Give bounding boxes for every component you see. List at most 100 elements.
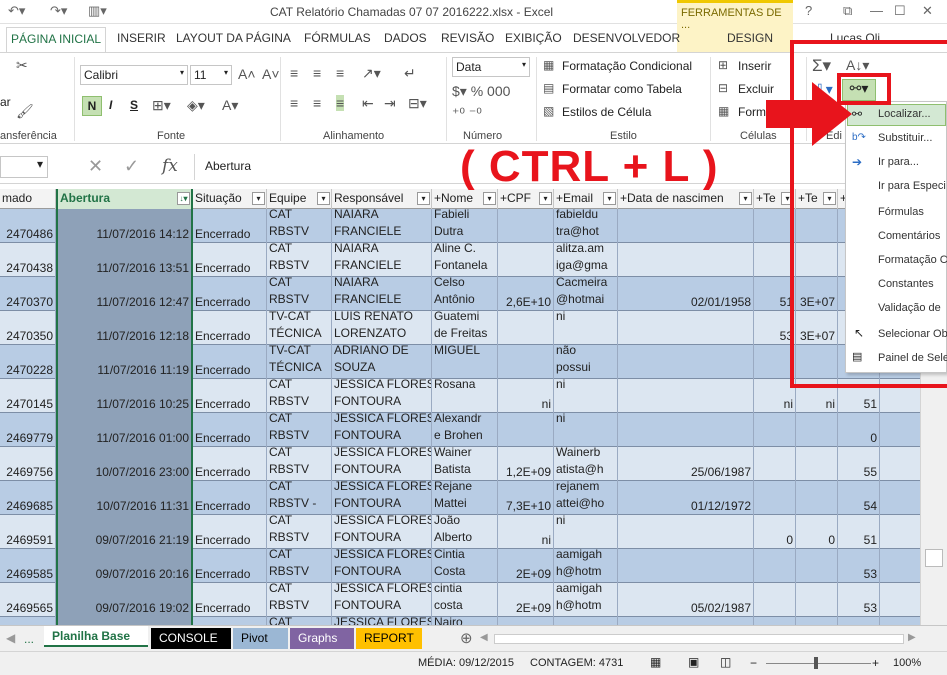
table-cell-resp[interactable]: NAIARA FRANCIELE	[332, 209, 432, 243]
table-cell-t2[interactable]	[796, 481, 838, 515]
table-cell-id[interactable]: 2470350	[0, 311, 56, 345]
table-row[interactable]: 2469779 11/07/2016 01:00 Encerrado CAT RBSTV…	[0, 413, 920, 447]
table-cell-resp[interactable]: JESSICA FLORES FONTOURA	[332, 515, 432, 549]
table-cell-status[interactable]: Encerrado	[193, 379, 267, 413]
font-name-box[interactable]: Calibri ▾	[80, 65, 188, 85]
table-cell-id[interactable]: 2470228	[0, 345, 56, 379]
horizontal-scrollbar[interactable]	[494, 634, 904, 644]
table-cell-cpf[interactable]: 2,6E+10	[498, 277, 554, 311]
sort-desc-icon[interactable]: ↓▾	[177, 192, 190, 205]
table-cell-email[interactable]	[554, 617, 618, 625]
table-cell-name[interactable]: Celso Antônio	[432, 277, 498, 311]
decrease-indent-icon[interactable]: ⇤	[362, 95, 374, 112]
zoom-slider[interactable]	[766, 663, 871, 664]
tab-dados[interactable]: DADOS	[384, 31, 427, 45]
table-cell-resp[interactable]: JESSICA FLORES FONTOURA	[332, 379, 432, 413]
table-cell-email[interactable]: fabieldu tra@hot	[554, 209, 618, 243]
table-cell-t1[interactable]	[754, 549, 796, 583]
page-layout-icon[interactable]: ▣	[688, 655, 699, 669]
col-header-cpf[interactable]: +CPF ▾	[498, 189, 554, 209]
table-cell-email[interactable]: ni	[554, 379, 618, 413]
table-cell-resp[interactable]: LUIS RENATO LORENZATO	[332, 311, 432, 345]
table-cell-status[interactable]	[193, 617, 267, 625]
align-right-icon[interactable]: ≡	[336, 95, 345, 111]
sheet-tab[interactable]: Planilha Base	[44, 626, 148, 647]
filter-dropdown-icon[interactable]: ▾	[603, 192, 616, 205]
table-cell-status[interactable]: Encerrado	[193, 345, 267, 379]
col-header-nascimento[interactable]: +Data de nascimen ▾	[618, 189, 754, 209]
table-cell-cpf[interactable]: ni	[498, 515, 554, 549]
sheet-tab[interactable]: REPORT	[356, 628, 422, 649]
table-cell-cpf[interactable]	[498, 209, 554, 243]
redo-icon[interactable]: ↷▾	[50, 3, 67, 19]
table-cell-birth[interactable]: 02/01/1958	[618, 277, 754, 311]
underline-button[interactable]: S	[130, 98, 138, 112]
table-cell-birth[interactable]	[618, 209, 754, 243]
tab-layout[interactable]: LAYOUT DA PÁGINA	[176, 31, 291, 45]
table-cell-t3[interactable]: 55	[838, 447, 880, 481]
table-cell-name[interactable]: MIGUEL	[432, 345, 498, 379]
table-cell-resp[interactable]: NAIARA FRANCIELE	[332, 277, 432, 311]
table-cell-status[interactable]: Encerrado	[193, 209, 267, 243]
format-table-button[interactable]: Formatar como Tabela	[562, 82, 682, 96]
border-icon[interactable]: ⊞▾	[152, 97, 171, 114]
tab-inserir[interactable]: INSERIR	[117, 31, 166, 45]
table-cell-t1[interactable]	[754, 447, 796, 481]
filter-dropdown-icon[interactable]: ▾	[252, 192, 265, 205]
table-cell-email[interactable]: ni	[554, 413, 618, 447]
table-cell-birth[interactable]	[618, 549, 754, 583]
col-header-chamado[interactable]: mado	[0, 189, 56, 209]
table-cell-cpf[interactable]: 2E+09	[498, 549, 554, 583]
table-cell-cpf[interactable]	[498, 311, 554, 345]
sheet-tab[interactable]: CONSOLE	[151, 628, 231, 649]
table-cell-team[interactable]: CAT RBSTV -	[267, 481, 332, 515]
col-header-nome[interactable]: +Nome ▾	[432, 189, 498, 209]
table-row[interactable]: 2469585 09/07/2016 20:16 Encerrado CAT RBSTV…	[0, 549, 920, 583]
wrap-text-icon[interactable]: ↵	[404, 65, 416, 82]
table-cell-t3[interactable]	[838, 617, 880, 625]
cut-icon[interactable]: ✂	[16, 57, 28, 74]
table-cell-date[interactable]: 11/07/2016 14:12	[56, 209, 193, 243]
font-size-box[interactable]: 11 ▾	[190, 65, 232, 85]
table-cell-cpf[interactable]: 2E+09	[498, 583, 554, 617]
cond-format-button[interactable]: Formatação Condicional	[562, 59, 692, 73]
table-cell-t3[interactable]: 53	[838, 583, 880, 617]
table-cell-team[interactable]: CAT RBSTV	[267, 515, 332, 549]
align-top-icon[interactable]: ≡	[290, 65, 298, 81]
hscroll-right-icon[interactable]: ▶	[908, 632, 916, 643]
sheet-tab[interactable]: Pivot	[233, 628, 288, 649]
table-cell-t1[interactable]	[754, 583, 796, 617]
table-cell-name[interactable]: Nairo	[432, 617, 498, 625]
table-cell-date[interactable]: 09/07/2016 21:19	[56, 515, 193, 549]
table-cell-name[interactable]: Cintia Costa	[432, 549, 498, 583]
table-cell-name[interactable]: cintia costa	[432, 583, 498, 617]
table-cell-t1[interactable]	[754, 481, 796, 515]
tab-exibicao[interactable]: EXIBIÇÃO	[505, 31, 562, 45]
col-header-equipe[interactable]: Equipe ▾	[267, 189, 332, 209]
table-cell-date[interactable]	[56, 617, 193, 625]
table-cell-email[interactable]: aamigah h@hotm	[554, 549, 618, 583]
table-cell-id[interactable]: 2469585	[0, 549, 56, 583]
table-cell-t2[interactable]	[796, 447, 838, 481]
table-row[interactable]: 2470486 11/07/2016 14:12 Encerrado CAT RBSTV…	[0, 209, 920, 243]
table-cell-name[interactable]: Wainer Batista	[432, 447, 498, 481]
table-cell-id[interactable]: 2469565	[0, 583, 56, 617]
bold-button[interactable]: N	[82, 96, 102, 116]
table-cell-resp[interactable]: JESSICA FLORES FONTOURA	[332, 583, 432, 617]
chart-icon[interactable]: ▥▾	[88, 3, 107, 19]
table-cell-team[interactable]: CAT RBSTV	[267, 413, 332, 447]
table-cell-resp[interactable]: JESSICA FLORES FONTOURA	[332, 413, 432, 447]
table-cell-resp[interactable]: JESSICA FLORES FONTOURA	[332, 549, 432, 583]
ribbon-display-icon[interactable]: ⧉	[843, 3, 852, 19]
table-cell-date[interactable]: 10/07/2016 11:31	[56, 481, 193, 515]
table-cell-team[interactable]: CAT RBSTV	[267, 243, 332, 277]
col-header-responsavel[interactable]: Responsável ▾	[332, 189, 432, 209]
table-cell-id[interactable]: 2469685	[0, 481, 56, 515]
font-color-icon[interactable]: A▾	[222, 97, 238, 114]
table-cell-t3[interactable]: 51	[838, 515, 880, 549]
table-cell-email[interactable]: não possui	[554, 345, 618, 379]
close-button[interactable]: ✕	[922, 3, 933, 19]
col-header-situacao[interactable]: Situação ▾	[193, 189, 267, 209]
table-cell-birth[interactable]: 25/06/1987	[618, 447, 754, 481]
table-cell-cpf[interactable]	[498, 345, 554, 379]
